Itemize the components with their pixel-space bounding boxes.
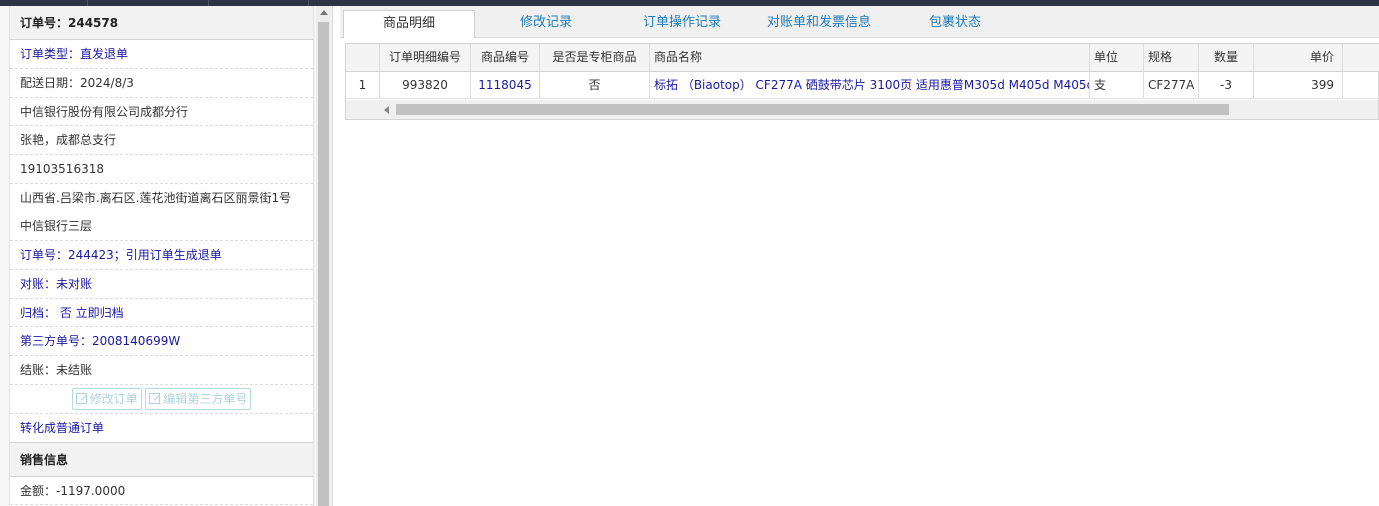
- scrollbar-thumb[interactable]: [396, 104, 1229, 115]
- column-header[interactable]: 单位: [1090, 44, 1144, 71]
- table-horizontal-scrollbar[interactable]: [346, 100, 1378, 119]
- tab-package-status[interactable]: 包裹状态: [896, 10, 1014, 38]
- order-type: 订单类型：直发退单: [10, 40, 313, 69]
- column-header[interactable]: 是否是专柜商品: [540, 44, 650, 71]
- sales-info-header: 销售信息: [10, 442, 313, 477]
- column-header[interactable]: 订单明细编号: [380, 44, 471, 71]
- order-info-panel: 订单号：244578 订单类型：直发退单 配送日期：2024/8/3 中信银行股…: [0, 6, 333, 506]
- edit-order-button[interactable]: 修改订单: [71, 388, 142, 411]
- edit-icon: [75, 393, 87, 405]
- archive-status[interactable]: 归档： 否 立即归档: [10, 299, 313, 328]
- price-cell: 399: [1254, 72, 1343, 98]
- order-info-list: 订单号：244578 订单类型：直发退单 配送日期：2024/8/3 中信银行股…: [9, 6, 314, 506]
- column-header[interactable]: 数量: [1199, 44, 1254, 71]
- edit-icon: [149, 393, 161, 405]
- product-detail-table: 订单明细编号 商品编号 是否是专柜商品 商品名称 单位 规格 数量 单价 1 9…: [345, 43, 1379, 120]
- column-header[interactable]: 规格: [1144, 44, 1199, 71]
- tab-bar: 商品明细 修改记录 订单操作记录 对账单和发票信息 包裹状态: [340, 6, 1379, 39]
- action-buttons: 修改订单 编辑第三方单号: [10, 385, 313, 414]
- scrollbar-thumb[interactable]: [318, 22, 329, 506]
- delivery-date: 配送日期：2024/8/3: [10, 69, 313, 98]
- column-header[interactable]: 单价: [1254, 44, 1343, 71]
- spec-cell: CF277A: [1144, 72, 1199, 98]
- unit-cell: 支: [1090, 72, 1144, 98]
- detail-number-cell: 993820: [380, 72, 471, 98]
- company-name: 中信银行股份有限公司成都分行: [10, 98, 313, 127]
- sales-amount: 金额：-1197.0000: [10, 477, 313, 506]
- tab-order-operations[interactable]: 订单操作记录: [620, 10, 744, 38]
- edit-third-party-label: 编辑第三方单号: [163, 392, 248, 407]
- order-number-header: 订单号：244578: [10, 6, 313, 40]
- is-counter-cell: 否: [540, 72, 650, 98]
- product-number-link[interactable]: 1118045: [471, 72, 540, 98]
- edit-third-party-button[interactable]: 编辑第三方单号: [145, 388, 252, 411]
- scroll-up-arrow-icon[interactable]: [320, 10, 328, 15]
- detail-panel: 商品明细 修改记录 订单操作记录 对账单和发票信息 包裹状态 订单明细编号 商品…: [340, 6, 1379, 506]
- column-header[interactable]: 商品名称: [650, 44, 1090, 71]
- tab-product-details[interactable]: 商品明细: [343, 10, 475, 39]
- column-header[interactable]: 商品编号: [471, 44, 540, 71]
- left-panel-scrollbar[interactable]: [316, 6, 331, 506]
- table-header: 订单明细编号 商品编号 是否是专柜商品 商品名称 单位 规格 数量 单价: [346, 44, 1379, 72]
- tab-statement-invoice[interactable]: 对账单和发票信息: [752, 10, 886, 38]
- phone-number: 19103516318: [10, 155, 313, 184]
- delivery-address: 山西省.吕梁市.离石区.莲花池街道离石区丽景街1号中信银行三层: [10, 184, 313, 241]
- settlement-status: 结账：未结账: [10, 356, 313, 385]
- tab-modify-records[interactable]: 修改记录: [480, 10, 612, 38]
- quantity-cell: -3: [1199, 72, 1254, 98]
- reference-order[interactable]: 订单号：244423；引用订单生成退单: [10, 241, 313, 270]
- convert-to-normal-order-link[interactable]: 转化成普通订单: [10, 414, 313, 443]
- row-number-header: [346, 44, 380, 71]
- edit-order-label: 修改订单: [89, 392, 138, 407]
- scroll-left-arrow-icon[interactable]: [384, 106, 389, 114]
- reconcile-status[interactable]: 对账：未对账: [10, 270, 313, 299]
- third-party-number: 第三方单号：2008140699W: [10, 327, 313, 357]
- table-row[interactable]: 1 993820 1118045 否 标拓 （Biaotop） CF277A 硒…: [346, 72, 1379, 99]
- contact-person: 张艳，成都总支行: [10, 126, 313, 156]
- product-name-link[interactable]: 标拓 （Biaotop） CF277A 硒鼓带芯片 3100页 适用惠普M305…: [650, 72, 1090, 98]
- row-number: 1: [346, 72, 380, 98]
